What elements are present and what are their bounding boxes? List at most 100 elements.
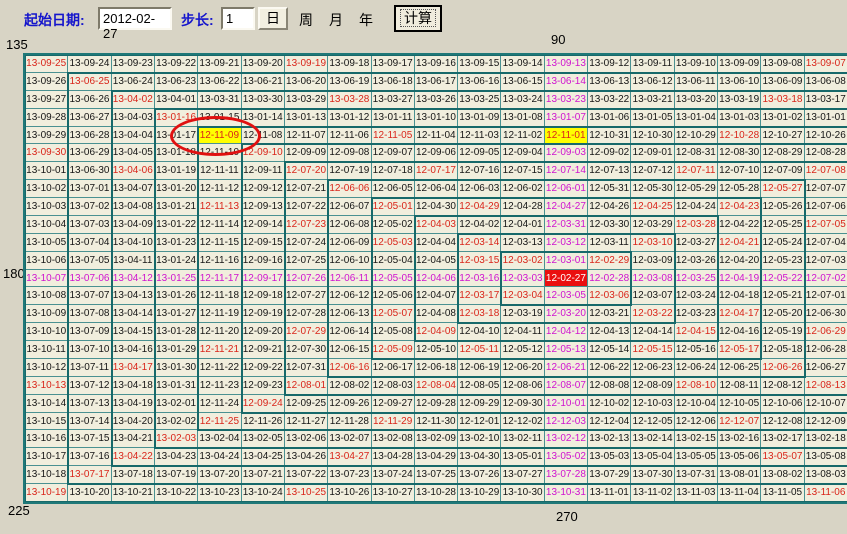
date-cell[interactable]: 12-03-22 <box>631 305 674 323</box>
date-cell[interactable]: 12-04-18 <box>718 287 761 305</box>
date-cell[interactable]: 12-05-25 <box>761 216 804 234</box>
date-cell[interactable]: 13-07-22 <box>285 466 328 484</box>
date-cell[interactable]: 12-05-29 <box>675 180 718 198</box>
date-cell[interactable]: 13-10-24 <box>242 484 285 502</box>
date-cell[interactable]: 12-07-06 <box>805 198 847 216</box>
date-cell[interactable]: 13-10-10 <box>25 323 68 341</box>
date-cell[interactable]: 13-07-20 <box>198 466 241 484</box>
date-cell[interactable]: 13-07-07 <box>68 287 111 305</box>
date-cell[interactable]: 12-05-26 <box>761 198 804 216</box>
date-cell[interactable]: 13-02-03 <box>155 430 198 448</box>
date-cell[interactable]: 13-06-09 <box>761 73 804 91</box>
date-cell[interactable]: 12-11-27 <box>285 413 328 431</box>
date-cell[interactable]: 13-10-01 <box>25 162 68 180</box>
date-cell[interactable]: 12-03-06 <box>588 287 631 305</box>
date-cell[interactable]: 13-09-13 <box>545 55 588 73</box>
date-cell[interactable]: 13-02-05 <box>242 430 285 448</box>
date-cell[interactable]: 13-10-04 <box>25 216 68 234</box>
date-cell[interactable]: 12-09-11 <box>242 162 285 180</box>
date-cell[interactable]: 13-01-25 <box>155 270 198 288</box>
date-cell[interactable]: 13-06-17 <box>415 73 458 91</box>
date-cell[interactable]: 13-09-22 <box>155 55 198 73</box>
date-cell[interactable]: 13-04-02 <box>112 91 155 109</box>
date-cell[interactable]: 13-10-11 <box>25 341 68 359</box>
date-cell[interactable]: 12-04-25 <box>631 198 674 216</box>
date-cell[interactable]: 12-04-15 <box>675 323 718 341</box>
date-cell[interactable]: 12-12-01 <box>458 413 501 431</box>
date-cell[interactable]: 12-06-05 <box>372 180 415 198</box>
date-cell[interactable]: 13-07-15 <box>68 430 111 448</box>
date-cell[interactable]: 12-08-02 <box>328 377 371 395</box>
date-cell[interactable]: 12-05-07 <box>372 305 415 323</box>
date-cell[interactable]: 12-04-02 <box>458 216 501 234</box>
date-cell[interactable]: 12-07-05 <box>805 216 847 234</box>
date-cell[interactable]: 13-06-14 <box>545 73 588 91</box>
date-cell[interactable]: 12-06-20 <box>501 359 544 377</box>
date-cell[interactable]: 12-11-05 <box>372 127 415 145</box>
date-cell[interactable]: 13-01-08 <box>501 109 544 127</box>
date-cell[interactable]: 13-07-17 <box>68 466 111 484</box>
date-cell[interactable]: 13-10-27 <box>372 484 415 502</box>
date-cell[interactable]: 12-12-03 <box>545 413 588 431</box>
date-cell[interactable]: 13-02-14 <box>631 430 674 448</box>
date-cell[interactable]: 13-10-02 <box>25 180 68 198</box>
date-cell[interactable]: 13-10-18 <box>25 466 68 484</box>
date-cell[interactable]: 12-04-24 <box>675 198 718 216</box>
date-cell[interactable]: 12-04-29 <box>458 198 501 216</box>
date-cell[interactable]: 12-03-31 <box>545 216 588 234</box>
date-cell[interactable]: 13-09-29 <box>25 127 68 145</box>
date-cell[interactable]: 13-11-01 <box>588 484 631 502</box>
date-cell[interactable]: 12-11-08 <box>242 127 285 145</box>
date-cell[interactable]: 13-05-04 <box>631 448 674 466</box>
unit-button-week[interactable]: 周 <box>299 10 313 30</box>
date-cell[interactable]: 13-04-19 <box>112 395 155 413</box>
date-cell[interactable]: 13-06-24 <box>112 73 155 91</box>
date-cell[interactable]: 12-11-21 <box>198 341 241 359</box>
date-cell[interactable]: 12-03-27 <box>675 234 718 252</box>
date-cell[interactable]: 12-06-12 <box>328 287 371 305</box>
unit-button-month[interactable]: 月 <box>329 10 343 30</box>
date-cell[interactable]: 13-07-27 <box>501 466 544 484</box>
date-cell[interactable]: 12-07-23 <box>285 216 328 234</box>
date-cell[interactable]: 13-03-26 <box>415 91 458 109</box>
date-cell[interactable]: 12-10-04 <box>675 395 718 413</box>
date-cell[interactable]: 13-07-01 <box>68 180 111 198</box>
date-cell[interactable]: 12-12-02 <box>501 413 544 431</box>
date-cell[interactable]: 13-09-26 <box>25 73 68 91</box>
date-cell[interactable]: 12-06-29 <box>805 323 847 341</box>
date-cell[interactable]: 13-08-03 <box>805 466 847 484</box>
date-cell[interactable]: 12-05-30 <box>631 180 674 198</box>
date-cell[interactable]: 12-12-08 <box>761 413 804 431</box>
date-cell[interactable]: 12-02-29 <box>588 252 631 270</box>
date-cell[interactable]: 12-07-30 <box>285 341 328 359</box>
date-cell[interactable]: 13-04-11 <box>112 252 155 270</box>
date-cell[interactable]: 12-03-09 <box>631 252 674 270</box>
date-cell[interactable]: 12-07-04 <box>805 234 847 252</box>
date-cell[interactable]: 13-07-28 <box>545 466 588 484</box>
date-cell[interactable]: 13-01-05 <box>631 109 674 127</box>
date-cell[interactable]: 12-07-21 <box>285 180 328 198</box>
date-cell[interactable]: 12-07-31 <box>285 359 328 377</box>
date-cell[interactable]: 13-03-24 <box>501 91 544 109</box>
date-cell[interactable]: 12-07-27 <box>285 287 328 305</box>
date-cell[interactable]: 13-02-18 <box>805 430 847 448</box>
date-cell[interactable]: 13-01-26 <box>155 287 198 305</box>
date-cell[interactable]: 12-11-07 <box>285 127 328 145</box>
date-cell[interactable]: 12-05-13 <box>545 341 588 359</box>
date-cell[interactable]: 12-04-13 <box>588 323 631 341</box>
date-cell[interactable]: 13-01-01 <box>805 109 847 127</box>
date-cell[interactable]: 12-08-04 <box>415 377 458 395</box>
date-cell[interactable]: 12-05-18 <box>761 341 804 359</box>
date-cell[interactable]: 12-09-03 <box>545 144 588 162</box>
date-cell[interactable]: 12-06-21 <box>545 359 588 377</box>
date-cell[interactable]: 13-10-05 <box>25 234 68 252</box>
date-cell[interactable]: 13-01-12 <box>328 109 371 127</box>
date-cell[interactable]: 12-04-22 <box>718 216 761 234</box>
date-cell[interactable]: 12-03-25 <box>675 270 718 288</box>
date-cell[interactable]: 13-04-07 <box>112 180 155 198</box>
date-cell[interactable]: 13-10-06 <box>25 252 68 270</box>
date-cell[interactable]: 12-10-06 <box>761 395 804 413</box>
date-cell[interactable]: 13-03-17 <box>805 91 847 109</box>
date-cell[interactable]: 12-07-16 <box>458 162 501 180</box>
date-cell[interactable]: 12-08-10 <box>675 377 718 395</box>
